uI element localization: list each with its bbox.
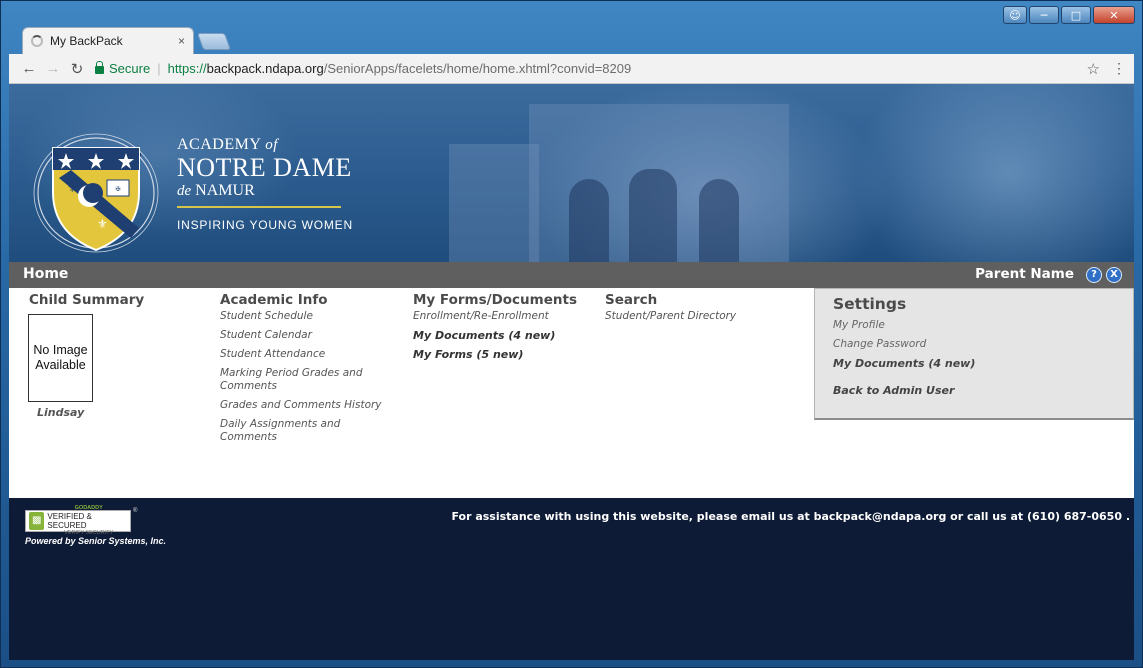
window-controls: ☺ ─ □ ✕ bbox=[1003, 6, 1135, 24]
home-bar: Home Parent Name ? X bbox=[9, 262, 1134, 288]
school-crest-logo: ✠ ⚜ ⚜ bbox=[33, 133, 159, 253]
school-name-notre-dame: NOTRE DAME bbox=[177, 153, 352, 182]
academic-info-heading: Academic Info bbox=[220, 292, 328, 308]
back-icon[interactable]: ← bbox=[17, 60, 41, 77]
badge-registered-mark: ® bbox=[133, 508, 138, 514]
url-protocol: https:// bbox=[167, 61, 207, 76]
link-grades-history[interactable]: Grades and Comments History bbox=[220, 399, 382, 412]
forward-icon[interactable]: → bbox=[41, 60, 65, 77]
tab-close-icon[interactable]: × bbox=[178, 34, 185, 48]
person-icon[interactable]: ☺ bbox=[1003, 6, 1027, 24]
main-content: Child Summary No Image Available Lindsay… bbox=[9, 288, 1134, 498]
settings-heading: Settings bbox=[833, 295, 907, 313]
svg-text:⚜: ⚜ bbox=[97, 217, 108, 231]
link-my-documents[interactable]: My Documents (4 new) bbox=[413, 329, 577, 342]
link-daily-assignments[interactable]: Daily Assignments and Comments bbox=[220, 418, 360, 444]
link-settings-my-documents[interactable]: My Documents (4 new) bbox=[833, 357, 1133, 370]
link-my-forms[interactable]: My Forms (5 new) bbox=[413, 348, 577, 361]
building-arch bbox=[699, 179, 739, 262]
school-name-academy: ACADEMY bbox=[177, 136, 261, 153]
url-path: /SeniorApps/facelets/home/home.xhtml?con… bbox=[323, 61, 632, 76]
reload-icon[interactable]: ↻ bbox=[65, 60, 89, 78]
search-section: Search Student/Parent Directory bbox=[605, 292, 736, 329]
academic-info-section: Academic Info Student Schedule Student C… bbox=[220, 292, 382, 450]
search-heading: Search bbox=[605, 292, 658, 308]
link-marking-period-grades[interactable]: Marking Period Grades and Comments bbox=[220, 367, 380, 393]
link-my-profile[interactable]: My Profile bbox=[833, 319, 1133, 332]
logout-close-icon[interactable]: X bbox=[1106, 267, 1122, 283]
secure-label: Secure bbox=[109, 61, 151, 76]
maximize-icon[interactable]: □ bbox=[1061, 6, 1091, 24]
school-banner: ✠ ⚜ ⚜ ACADEMY of NOTRE DAME de NAMUR INS… bbox=[9, 84, 1134, 262]
link-student-attendance[interactable]: Student Attendance bbox=[220, 348, 382, 361]
godaddy-security-badge[interactable]: ▩ GODADDY VERIFIED & SECURED VERIFY SECU… bbox=[25, 505, 131, 536]
browser-tab[interactable]: My BackPack × bbox=[22, 27, 194, 54]
link-enrollment[interactable]: Enrollment/Re-Enrollment bbox=[413, 310, 577, 323]
browser-toolbar: ← → ↻ Secure | https://backpack.ndapa.or… bbox=[9, 54, 1134, 84]
link-back-to-admin[interactable]: Back to Admin User bbox=[833, 384, 1133, 397]
tab-title: My BackPack bbox=[50, 34, 123, 48]
forms-documents-heading: My Forms/Documents bbox=[413, 292, 577, 308]
close-window-icon[interactable]: ✕ bbox=[1093, 6, 1135, 24]
student-photo-placeholder: No Image Available bbox=[28, 314, 93, 402]
building-silhouette bbox=[449, 144, 539, 262]
padlock-icon: ▩ bbox=[29, 512, 45, 530]
minimize-icon[interactable]: ─ bbox=[1029, 6, 1059, 24]
assistance-text: For assistance with using this website, … bbox=[451, 510, 1130, 523]
url-host: backpack.ndapa.org bbox=[206, 61, 324, 76]
bookmark-star-icon[interactable]: ☆ bbox=[1087, 60, 1100, 78]
link-change-password[interactable]: Change Password bbox=[833, 338, 1133, 351]
loading-icon bbox=[31, 35, 43, 47]
new-tab-button[interactable] bbox=[196, 33, 232, 50]
child-name-link[interactable]: Lindsay bbox=[37, 406, 84, 419]
school-tagline: INSPIRING YOUNG WOMEN bbox=[177, 218, 353, 232]
lock-icon bbox=[95, 61, 104, 74]
link-student-schedule[interactable]: Student Schedule bbox=[220, 310, 382, 323]
school-name-namur: NAMUR bbox=[195, 182, 255, 199]
address-separator: | bbox=[157, 61, 161, 76]
settings-panel: Settings My Profile Change Password My D… bbox=[814, 288, 1134, 420]
powered-by-text: Powered by Senior Systems, Inc. bbox=[25, 536, 167, 546]
svg-text:⚜: ⚜ bbox=[67, 181, 78, 195]
badge-verified: VERIFIED & SECURED bbox=[47, 512, 92, 530]
building-arch bbox=[569, 179, 609, 262]
building-arch bbox=[629, 169, 677, 262]
school-name-rule bbox=[177, 206, 341, 208]
page-title: Home bbox=[23, 266, 69, 282]
address-bar[interactable]: Secure | https://backpack.ndapa.org/Seni… bbox=[95, 58, 1087, 80]
svg-text:✠: ✠ bbox=[115, 186, 120, 193]
child-summary-heading: Child Summary bbox=[29, 292, 145, 308]
page-viewport: ✠ ⚜ ⚜ ACADEMY of NOTRE DAME de NAMUR INS… bbox=[9, 84, 1134, 660]
school-name: ACADEMY of NOTRE DAME de NAMUR INSPIRING… bbox=[177, 136, 353, 232]
child-summary-section: Child Summary bbox=[29, 292, 144, 310]
user-name: Parent Name bbox=[975, 266, 1074, 282]
badge-brand: GODADDY bbox=[74, 505, 103, 511]
school-name-de: de bbox=[177, 183, 192, 199]
link-student-calendar[interactable]: Student Calendar bbox=[220, 329, 382, 342]
forms-documents-section: My Forms/Documents Enrollment/Re-Enrollm… bbox=[413, 292, 577, 367]
browser-window: ☺ ─ □ ✕ My BackPack × ← → ↻ Secure | htt… bbox=[0, 0, 1143, 668]
kebab-menu-icon[interactable]: ⋮ bbox=[1112, 60, 1126, 77]
help-icon[interactable]: ? bbox=[1086, 267, 1102, 283]
school-name-of: of bbox=[265, 137, 278, 153]
link-student-parent-directory[interactable]: Student/Parent Directory bbox=[605, 310, 736, 323]
page-footer: ▩ GODADDY VERIFIED & SECURED VERIFY SECU… bbox=[9, 498, 1134, 660]
